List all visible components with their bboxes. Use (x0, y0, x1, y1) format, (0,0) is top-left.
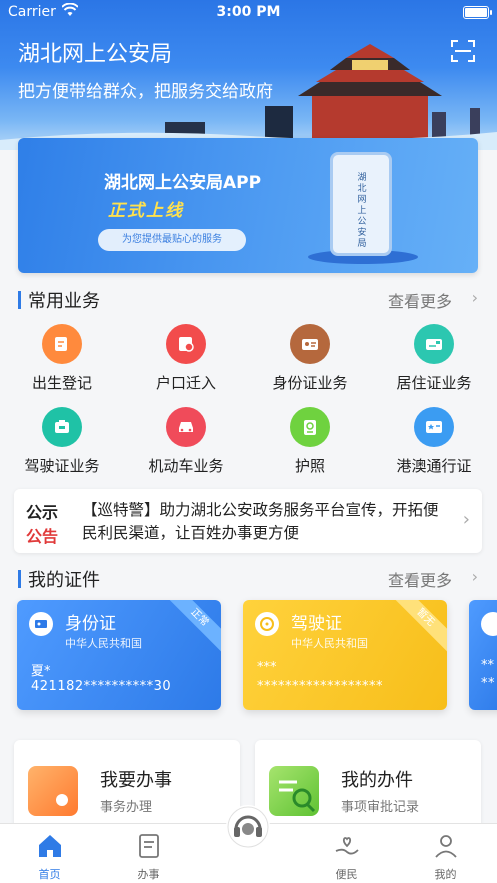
headset-button[interactable] (226, 805, 270, 849)
section-marker (18, 291, 21, 309)
user-icon (435, 835, 457, 858)
common-services-header: 常用业务 查看更多 › (18, 287, 480, 312)
service-label: 驾驶证业务 (24, 457, 100, 475)
service-label: 出生登记 (31, 374, 92, 392)
id-card-icon (290, 324, 330, 364)
card-line: ** (481, 676, 495, 691)
passport-icon (290, 407, 330, 447)
tab-mine[interactable]: 我的 (396, 824, 495, 883)
card-status-ribbon: 暂无 (391, 600, 447, 652)
page-title: 湖北网上公安局 (18, 42, 173, 67)
card-number: ****************** (257, 679, 383, 694)
service-hk-macau-permit[interactable]: 港澳通行证 (372, 407, 496, 483)
travel-permit-icon (414, 407, 454, 447)
card-number: 421182**********30 (31, 679, 172, 694)
promo-banner[interactable]: 湖北网上公安局APP 正式上线 为您提供最贴心的服务 湖北网上公安局 (18, 138, 478, 273)
service-birth-registration[interactable]: 出生登记 (0, 324, 124, 400)
headset-icon (227, 806, 269, 848)
notice-text: 【巡特警】助力湖北公安政务服务平台宣传，开拓便民利民渠道，让百姓办事更方便 (82, 501, 439, 542)
service-driver-license[interactable]: 驾驶证业务 (0, 407, 124, 483)
page-subtitle: 把方便带给群众，把服务交给政府 (18, 82, 273, 102)
tab-label: 首页 (38, 868, 61, 881)
tab-label: 便民 (335, 868, 358, 881)
card-status-ribbon: 正常 (165, 600, 221, 652)
status-bar: Carrier 3:00 PM (0, 0, 497, 26)
section-marker (18, 570, 21, 588)
residence-card-icon (414, 324, 454, 364)
status-time: 3:00 PM (216, 4, 281, 20)
car-icon (166, 407, 206, 447)
card-name: 驾驶证 (291, 614, 342, 634)
card-org: 中华人民共和国 (65, 637, 142, 650)
id-card-icon (29, 612, 53, 636)
phone-illustration: 湖北网上公安局 (330, 152, 392, 256)
chevron-right-icon: › (471, 288, 478, 307)
card-org: 中华人民共和国 (291, 637, 368, 650)
card-holder-name: 夏* (31, 664, 51, 679)
license-icon (42, 407, 82, 447)
view-more-link[interactable]: 查看更多 (388, 288, 452, 312)
entry-title: 我要办事 (100, 770, 172, 791)
service-label: 户口迁入 (155, 374, 216, 392)
view-more-link[interactable]: 查看更多 (388, 567, 452, 591)
service-label: 护照 (294, 457, 325, 475)
banner-tagline: 正式上线 (108, 201, 184, 221)
do-business-entry[interactable]: 我要办事 事务办理 (14, 740, 240, 830)
banner-title: 湖北网上公安局APP (104, 173, 262, 193)
service-id-card[interactable]: 身份证业务 (248, 324, 372, 400)
tab-label: 办事 (137, 868, 160, 881)
partial-document-card[interactable]: ** ** (469, 600, 497, 710)
card-line: ** (481, 658, 494, 673)
battery-icon (463, 6, 492, 19)
entry-title: 我的办件 (341, 770, 413, 791)
announcement-bar[interactable]: 公示 公告 【巡特警】助力湖北公安政务服务平台宣传，开拓便民利民渠道，让百姓办事… (14, 489, 482, 553)
entry-subtitle: 事项审批记录 (341, 800, 420, 815)
section-title: 我的证件 (28, 570, 100, 591)
my-documents-header: 我的证件 查看更多 › (18, 566, 480, 591)
tab-convenience[interactable]: 便民 (297, 824, 396, 883)
document-icon (139, 834, 159, 858)
home-icon (39, 835, 61, 857)
household-icon (166, 324, 206, 364)
steering-wheel-icon (255, 612, 279, 636)
edit-doc-icon (42, 324, 82, 364)
document-search-icon (269, 766, 319, 816)
service-label: 身份证业务 (272, 374, 348, 392)
heart-hand-icon (335, 837, 359, 855)
card-icon (481, 612, 497, 636)
tab-home[interactable]: 首页 (0, 824, 99, 883)
my-applications-entry[interactable]: 我的办件 事项审批记录 (255, 740, 481, 830)
phone-text: 湖北网上公安局 (357, 173, 367, 249)
scan-icon[interactable] (451, 40, 475, 62)
service-residence-permit[interactable]: 居住证业务 (372, 324, 496, 400)
chevron-right-icon: › (471, 567, 478, 586)
card-holder-name: *** (257, 660, 277, 675)
service-label: 机动车业务 (148, 457, 224, 475)
tab-business[interactable]: 办事 (99, 824, 198, 883)
entry-subtitle: 事务办理 (100, 800, 153, 815)
notice-tag-line1: 公示 (26, 503, 59, 522)
service-label: 港澳通行证 (396, 457, 472, 475)
service-household-move[interactable]: 户口迁入 (124, 324, 248, 400)
driver-license-card[interactable]: 驾驶证 中华人民共和国 暂无 *** ****************** (243, 600, 447, 710)
header-hero: Carrier 3:00 PM 湖北网上公安局 把方便带给群众，把服务交给政府 (0, 0, 497, 150)
banner-pill: 为您提供最贴心的服务 (98, 229, 246, 251)
section-title: 常用业务 (28, 291, 100, 312)
service-passport[interactable]: 护照 (248, 407, 372, 483)
service-label: 居住证业务 (396, 374, 472, 392)
folder-icon (28, 766, 78, 816)
notice-tag-line2: 公告 (26, 527, 59, 546)
chevron-right-icon: › (462, 509, 470, 530)
card-name: 身份证 (65, 614, 116, 634)
service-vehicle[interactable]: 机动车业务 (124, 407, 248, 483)
id-card[interactable]: 身份证 中华人民共和国 正常 夏* 421182**********30 (17, 600, 221, 710)
tab-label: 我的 (434, 868, 457, 881)
